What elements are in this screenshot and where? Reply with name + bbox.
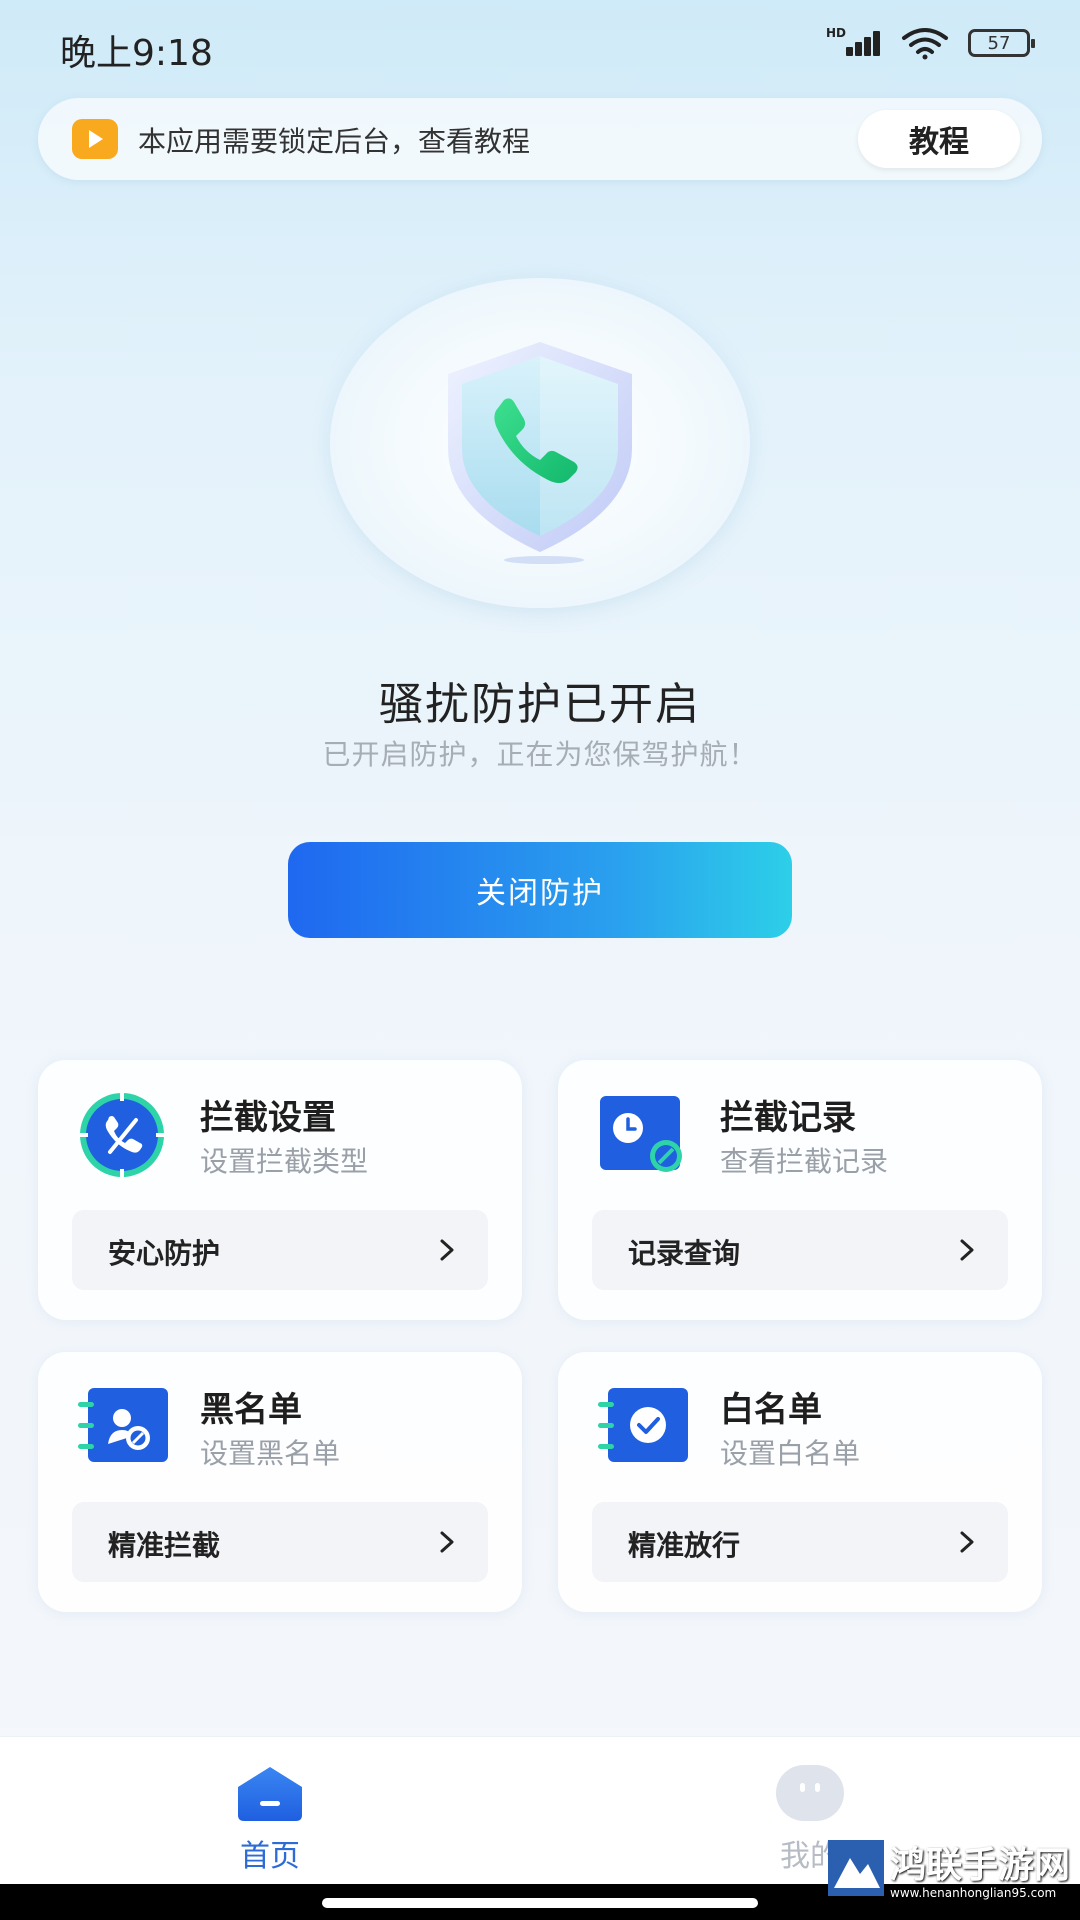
card-action-label: 记录查询 [628, 1237, 741, 1270]
card-subtitle: 设置黑名单 [200, 1437, 341, 1470]
card-whitelist[interactable]: 白名单 设置白名单 精准放行 [558, 1352, 1042, 1612]
chevron-right-icon [440, 1531, 454, 1553]
chevron-right-icon [960, 1531, 974, 1553]
card-subtitle: 设置白名单 [720, 1437, 861, 1470]
nav-item-home[interactable]: 首页 [190, 1763, 350, 1875]
card-blacklist[interactable]: 黑名单 设置黑名单 精准拦截 [38, 1352, 522, 1612]
home-icon [238, 1767, 302, 1821]
card-title: 白名单 [720, 1390, 822, 1430]
battery-level: 57 [987, 32, 1011, 54]
card-title: 拦截记录 [720, 1098, 856, 1138]
tutorial-button[interactable]: 教程 [858, 110, 1020, 168]
nav-label-home: 首页 [240, 1839, 300, 1874]
card-title: 拦截设置 [200, 1098, 336, 1138]
wifi-icon [902, 28, 948, 60]
shield-phone-icon [448, 342, 632, 564]
blacklist-icon [78, 1388, 168, 1462]
card-action-label: 精准放行 [628, 1529, 741, 1562]
battery-icon: 57 [968, 29, 1035, 57]
status-icons: HD 57 [826, 26, 1035, 60]
notice-text: 本应用需要锁定后台，查看教程 [138, 125, 531, 158]
card-action-row[interactable]: 精准放行 [592, 1502, 1008, 1582]
network-label: HD [826, 26, 847, 40]
chevron-right-icon [440, 1239, 454, 1261]
card-intercept-records[interactable]: 拦截记录 查看拦截记录 记录查询 [558, 1060, 1042, 1320]
card-subtitle: 查看拦截记录 [720, 1145, 889, 1178]
play-icon [72, 119, 118, 159]
protection-status-subtitle: 已开启防护，正在为您保驾护航！ [322, 738, 758, 771]
status-time: 晚上9:18 [60, 33, 213, 74]
chevron-right-icon [960, 1239, 974, 1261]
close-protection-button[interactable]: 关闭防护 [288, 842, 792, 938]
watermark-title: 鸿联手游网 [890, 1844, 1071, 1886]
card-subtitle: 设置拦截类型 [200, 1145, 369, 1178]
background-lock-notice: 本应用需要锁定后台，查看教程 教程 [38, 98, 1042, 180]
intercept-record-icon [600, 1096, 682, 1172]
whitelist-icon [598, 1388, 688, 1462]
home-indicator-bar[interactable] [322, 1898, 758, 1908]
card-action-label: 安心防护 [108, 1237, 221, 1270]
profile-icon [776, 1765, 844, 1821]
watermark-url: www.henanhonglian95.com [890, 1886, 1057, 1900]
watermark: 鸿联手游网 www.henanhonglian95.com [828, 1832, 1072, 1916]
card-action-label: 精准拦截 [108, 1529, 221, 1562]
card-intercept-settings[interactable]: 拦截设置 设置拦截类型 安心防护 [38, 1060, 522, 1320]
signal-icon: HD [826, 26, 882, 60]
watermark-logo [828, 1840, 884, 1896]
card-action-row[interactable]: 精准拦截 [72, 1502, 488, 1582]
card-action-row[interactable]: 安心防护 [72, 1210, 488, 1290]
intercept-settings-icon [80, 1093, 164, 1177]
protection-status-title: 骚扰防护已开启 [379, 679, 701, 730]
card-title: 黑名单 [200, 1390, 302, 1430]
status-bar: 晚上9:18 HD 57 [0, 0, 1080, 92]
card-action-row[interactable]: 记录查询 [592, 1210, 1008, 1290]
